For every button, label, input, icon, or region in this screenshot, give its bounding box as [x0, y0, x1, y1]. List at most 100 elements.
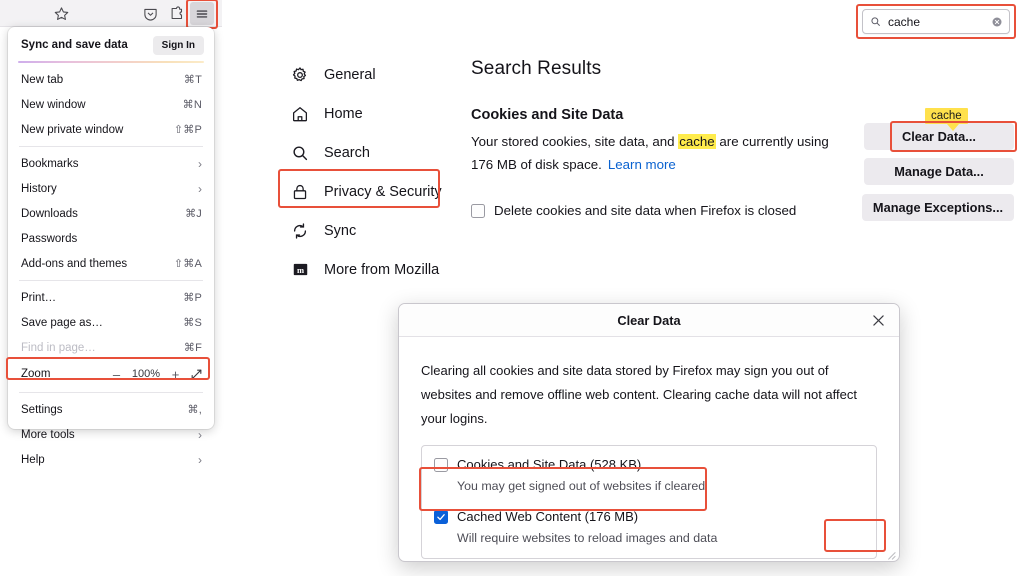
menu-item-settings[interactable]: Settings ⌘, — [8, 397, 214, 422]
home-icon — [290, 104, 310, 124]
menu-item-shortcut: ⌘, — [187, 404, 202, 416]
sync-header-row[interactable]: Sync and save data Sign In — [8, 31, 214, 59]
menu-divider — [19, 280, 203, 281]
menu-item-label: Print… — [21, 291, 57, 304]
menu-item-label: New tab — [21, 73, 64, 86]
search-icon — [870, 16, 881, 27]
delete-on-close-row[interactable]: Delete cookies and site data when Firefo… — [471, 203, 851, 218]
option-cached-web-content[interactable]: Cached Web Content (176 MB) Will require… — [434, 509, 864, 545]
search-input[interactable]: cache — [862, 9, 1010, 34]
menu-item-shortcut: ⌘J — [185, 208, 202, 220]
gradient-divider — [18, 61, 204, 63]
menu-item-label: Find in page… — [21, 341, 96, 354]
menu-divider — [19, 392, 203, 393]
menu-item-shortcut: ⇧⌘A — [173, 258, 202, 270]
option-cookies-and-site-data[interactable]: Cookies and Site Data (528 KB) You may g… — [434, 457, 864, 493]
learn-more-link[interactable]: Learn more — [608, 157, 676, 172]
menu-item-more-tools[interactable]: More tools › — [8, 422, 214, 447]
dialog-body: Clearing all cookies and site data store… — [399, 337, 899, 560]
bookmark-star-icon[interactable] — [48, 2, 74, 24]
menu-item-shortcut: ⌘S — [183, 317, 202, 329]
sidebar-item-home[interactable]: Home — [286, 94, 476, 133]
section-heading-cookies-and-site-data: Cookies and Site Data — [471, 107, 624, 123]
firefox-app-menu: Sync and save data Sign In New tab ⌘T Ne… — [8, 27, 214, 467]
sidebar-item-search[interactable]: Search — [286, 133, 476, 172]
search-input-value[interactable]: cache — [888, 15, 984, 29]
zoom-level-value: 100% — [131, 368, 161, 380]
menu-item-label: New private window — [21, 123, 124, 136]
svg-text:m: m — [296, 265, 303, 275]
search-match-tooltip: cache — [925, 108, 968, 131]
chevron-right-icon: › — [198, 427, 202, 442]
sidebar-item-label: More from Mozilla — [324, 261, 440, 278]
dialog-footer: Cancel Clear — [399, 559, 899, 561]
menu-item-save-page-as[interactable]: Save page as… ⌘S — [8, 310, 214, 335]
sidebar-item-privacy-and-security[interactable]: Privacy & Security — [286, 172, 476, 211]
menu-item-new-tab[interactable]: New tab ⌘T — [8, 67, 214, 92]
settings-search-wrap: cache — [862, 9, 1010, 34]
menu-item-print[interactable]: Print… ⌘P — [8, 285, 214, 310]
menu-item-downloads[interactable]: Downloads ⌘J — [8, 201, 214, 226]
screenshot-root: Sync and save data Sign In New tab ⌘T Ne… — [0, 0, 1024, 576]
zoom-out-button[interactable]: – — [111, 367, 122, 382]
menu-item-label: Save page as… — [21, 316, 103, 329]
menu-item-help[interactable]: Help › — [8, 447, 214, 472]
fullscreen-icon[interactable] — [190, 368, 203, 381]
sidebar-item-general[interactable]: General — [286, 55, 476, 94]
menu-item-bookmarks[interactable]: Bookmarks › — [8, 151, 214, 176]
sidebar-item-sync[interactable]: Sync — [286, 211, 476, 250]
option-subtitle: Will require websites to reload images a… — [457, 531, 718, 546]
sidebar-item-label: Sync — [324, 222, 357, 239]
settings-sidebar-nav: General Home Search Privacy & Security S… — [286, 55, 476, 289]
menu-item-addons-and-themes[interactable]: Add-ons and themes ⇧⌘A — [8, 251, 214, 276]
menu-item-passwords[interactable]: Passwords — [8, 226, 214, 251]
cookies-and-site-data-checkbox[interactable] — [434, 458, 448, 473]
option-title: Cached Web Content (176 MB) — [457, 509, 639, 525]
clear-data-dialog: Clear Data Clearing all cookies and site… — [398, 303, 900, 562]
menu-item-label: Help — [21, 453, 45, 466]
lock-icon — [290, 182, 310, 202]
close-icon[interactable] — [870, 312, 887, 329]
menu-divider — [19, 146, 203, 147]
usage-text-pre: Your stored cookies, site data, and — [471, 134, 679, 149]
sidebar-item-label: General — [324, 66, 376, 83]
menu-item-label: Downloads — [21, 207, 78, 220]
menu-item-find-in-page[interactable]: Find in page… ⌘F — [8, 335, 214, 360]
search-icon — [290, 143, 310, 163]
option-subtitle: You may get signed out of websites if cl… — [457, 479, 706, 494]
extensions-icon[interactable] — [163, 2, 189, 24]
browser-toolbar — [0, 0, 222, 27]
sync-header-label: Sync and save data — [21, 39, 128, 51]
clear-data-button[interactable]: Clear Data... — [864, 123, 1014, 150]
menu-item-history[interactable]: History › — [8, 176, 214, 201]
resize-grip-icon[interactable] — [885, 547, 896, 560]
save-to-pocket-icon[interactable] — [137, 2, 163, 24]
menu-item-label: History — [21, 182, 57, 195]
chevron-right-icon: › — [198, 452, 202, 467]
menu-item-shortcut: ⌘F — [183, 342, 202, 354]
dialog-title: Clear Data — [617, 312, 681, 328]
menu-item-shortcut: ⌘N — [182, 99, 202, 111]
cookies-usage-description: Your stored cookies, site data, and cach… — [471, 131, 839, 177]
search-match-highlight: cache — [678, 134, 716, 149]
delete-on-close-checkbox[interactable] — [471, 203, 485, 218]
cached-web-content-checkbox[interactable] — [434, 510, 448, 525]
menu-item-label: Bookmarks — [21, 157, 79, 170]
menu-item-label: New window — [21, 98, 86, 111]
menu-item-new-private-window[interactable]: New private window ⇧⌘P — [8, 117, 214, 142]
menu-item-new-window[interactable]: New window ⌘N — [8, 92, 214, 117]
menu-item-shortcut: ⌘T — [183, 74, 202, 86]
sidebar-item-more-from-mozilla[interactable]: m More from Mozilla — [286, 250, 476, 289]
zoom-in-button[interactable]: + — [170, 367, 181, 382]
hamburger-menu-icon[interactable] — [190, 2, 214, 25]
manage-exceptions-button[interactable]: Manage Exceptions... — [862, 194, 1014, 221]
dialog-titlebar: Clear Data — [399, 304, 899, 337]
menu-item-label: Add-ons and themes — [21, 257, 128, 270]
dialog-description: Clearing all cookies and site data store… — [421, 363, 857, 427]
gear-icon — [290, 65, 310, 85]
sign-in-button[interactable]: Sign In — [152, 35, 204, 55]
manage-data-button[interactable]: Manage Data... — [864, 158, 1014, 185]
clear-circle-icon[interactable] — [991, 16, 1003, 28]
chevron-right-icon: › — [198, 156, 202, 171]
delete-on-close-label: Delete cookies and site data when Firefo… — [494, 202, 797, 218]
